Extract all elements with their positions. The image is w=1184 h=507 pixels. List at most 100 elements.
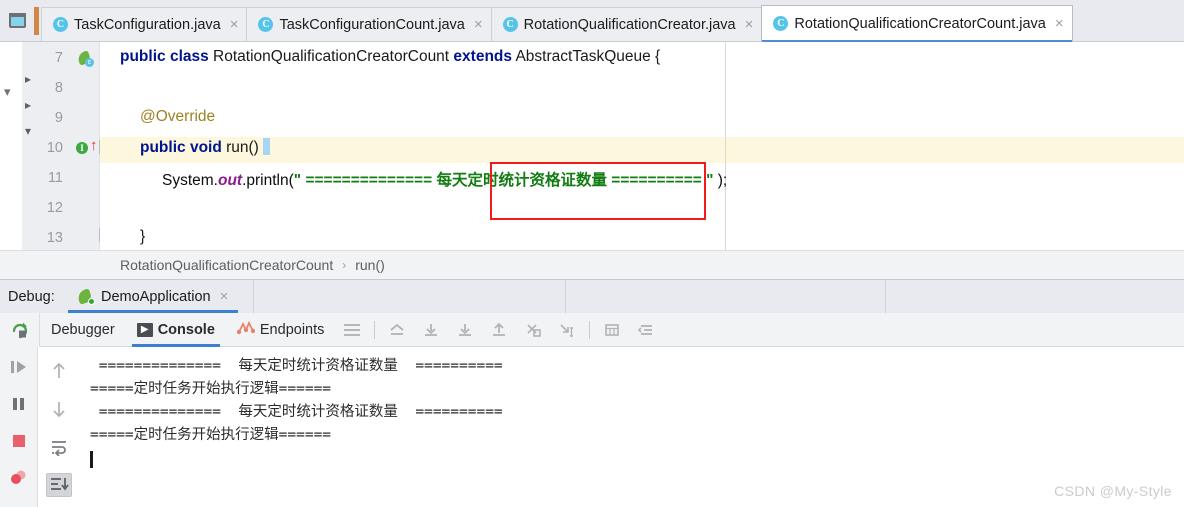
editor-tab-rotationqualificationcreatorcount[interactable]: C RotationQualificationCreatorCount.java… (761, 5, 1073, 42)
rerun-icon[interactable] (0, 312, 40, 347)
tab-endpoints-label: Endpoints (259, 321, 325, 338)
editor-right-separator (725, 42, 726, 250)
tab-debugger[interactable]: Debugger (40, 313, 126, 347)
line-number-gutter[interactable]: 7 8 9 10 11 12 13 c I ↑ (40, 42, 100, 250)
caret-selection (263, 138, 271, 155)
java-class-icon: C (773, 16, 789, 31)
pause-program-icon[interactable] (6, 392, 32, 416)
resume-program-icon[interactable] (6, 355, 32, 379)
code-string-quote-open: " (293, 172, 306, 189)
close-icon[interactable]: × (1055, 16, 1064, 31)
line-number: 10 (46, 140, 63, 156)
code-line-13: } (140, 228, 146, 245)
spring-bean-icon[interactable]: c (76, 50, 94, 67)
close-icon[interactable]: × (230, 17, 239, 32)
chevron-down-icon[interactable]: ▾ (4, 86, 11, 99)
code-keyword: public class (120, 48, 209, 65)
code-text-area[interactable]: public class RotationQualificationCreato… (100, 42, 1184, 250)
structure-rail: ▾ (0, 42, 22, 250)
evaluate-expression-icon[interactable] (595, 313, 629, 347)
console-output[interactable]: ============== 每天定时统计资格证数量 ========== ==… (80, 347, 1184, 507)
tab-endpoints[interactable]: Endpoints (226, 313, 336, 347)
editor-tab-taskconfiguration[interactable]: C TaskConfiguration.java × (41, 7, 248, 41)
scroll-down-icon[interactable] (46, 397, 72, 421)
code-string-chinese: 每天定时统计资格证数量 (436, 172, 607, 189)
soft-wrap-icon[interactable] (46, 435, 72, 459)
toolbar-divider (374, 320, 376, 339)
debug-action-rail (0, 347, 38, 507)
breadcrumb-class[interactable]: RotationQualificationCreatorCount (120, 257, 333, 273)
debug-session-tab-demoapplication[interactable]: DemoApplication × (68, 280, 239, 313)
code-keyword: extends (453, 48, 513, 65)
tab-console-label: Console (157, 321, 215, 338)
fold-gutter-column: ▸ ▸ ▾ (22, 42, 40, 250)
run-to-cursor-icon[interactable] (550, 313, 584, 347)
step-over-icon[interactable] (414, 313, 448, 347)
spring-boot-run-icon (76, 287, 95, 305)
code-line-10: public void run() (140, 138, 271, 157)
code-system: System. (162, 172, 218, 189)
console-line: ============== 每天定时统计资格证数量 ========== (90, 404, 503, 420)
java-class-icon: C (53, 17, 68, 32)
step-into-icon[interactable] (448, 313, 482, 347)
debug-tool-window-header: Debug: DemoApplication × (0, 280, 1184, 313)
code-statement-end: ); (713, 172, 728, 189)
code-keyword: public void (140, 139, 222, 156)
override-arrow-icon[interactable]: ↑ (90, 138, 98, 153)
view-breakpoints-icon[interactable] (6, 466, 32, 490)
java-class-icon: C (258, 17, 274, 32)
project-window-icon[interactable] (0, 0, 34, 41)
chevron-right-icon[interactable]: ▸ (25, 98, 31, 112)
debug-header-filler-3 (885, 280, 974, 313)
code-method-signature: run() (221, 139, 264, 156)
toolbar-divider (589, 320, 591, 339)
close-icon[interactable]: × (220, 289, 229, 304)
scroll-to-end-icon[interactable] (46, 473, 72, 497)
code-editor[interactable]: ▾ ▸ ▸ ▾ 7 8 9 10 11 12 13 c I ↑ − − (0, 42, 1184, 250)
code-string-equals-right: ========== (606, 172, 702, 189)
layout-settings-icon[interactable] (335, 313, 369, 347)
editor-tab-label: TaskConfigurationCount.java (279, 16, 465, 33)
chevron-right-icon: › (342, 258, 347, 272)
code-classname: RotationQualificationCreatorCount (208, 48, 454, 65)
editor-tab-label: RotationQualificationCreatorCount.java (794, 15, 1046, 32)
stop-program-icon[interactable] (6, 429, 32, 453)
code-string-equals-left: ============== (305, 172, 437, 189)
chevron-down-icon[interactable]: ▾ (25, 124, 31, 138)
editor-tab-rotationqualificationcreator[interactable]: C RotationQualificationCreator.java × (490, 7, 763, 41)
line-number: 8 (54, 80, 63, 96)
implementing-method-icon[interactable]: I (76, 142, 88, 154)
line-number: 13 (46, 230, 63, 246)
editor-tab-bar: C TaskConfiguration.java × C TaskConfigu… (0, 0, 1184, 42)
code-field-out: out (217, 172, 243, 189)
line-number: 9 (54, 110, 63, 126)
debug-window-label: Debug: (8, 288, 55, 305)
debug-toolbar: Debugger ▶ Console Endpoints (0, 312, 1184, 347)
console-icon: ▶ (136, 322, 153, 337)
line-number: 7 (54, 50, 63, 66)
chevron-right-icon[interactable]: ▸ (25, 72, 31, 86)
close-icon[interactable]: × (474, 17, 483, 32)
console-line: ============== 每天定时统计资格证数量 ========== (90, 358, 503, 374)
trace-settings-icon[interactable] (629, 313, 663, 347)
idea-window: C TaskConfiguration.java × C TaskConfigu… (0, 0, 1184, 507)
code-line-9-annotation: @Override (140, 108, 216, 125)
console-line: =====定时任务开始执行逻辑====== (90, 381, 332, 397)
breadcrumb-method[interactable]: run() (355, 257, 385, 273)
watermark: CSDN @My-Style (1054, 483, 1172, 499)
force-step-into-icon[interactable] (516, 313, 550, 347)
console-action-rail (38, 347, 80, 507)
scroll-up-icon[interactable] (46, 359, 72, 383)
tab-overflow-sliver[interactable] (34, 6, 39, 35)
editor-tab-taskconfigurationcount[interactable]: C TaskConfigurationCount.java × (246, 7, 492, 41)
line-number: 11 (47, 170, 63, 186)
breadcrumb[interactable]: RotationQualificationCreatorCount › run(… (0, 250, 1184, 280)
editor-tab-label: TaskConfiguration.java (74, 16, 221, 33)
step-out-icon[interactable] (482, 313, 516, 347)
show-execution-point-icon[interactable] (380, 313, 414, 347)
debug-header-filler-1 (253, 280, 566, 313)
code-line-11: System.out.println(" ============== 每天定时… (162, 168, 727, 190)
tab-console[interactable]: ▶ Console (126, 313, 226, 347)
close-icon[interactable]: × (745, 17, 754, 32)
code-line-7: public class RotationQualificationCreato… (120, 48, 660, 66)
